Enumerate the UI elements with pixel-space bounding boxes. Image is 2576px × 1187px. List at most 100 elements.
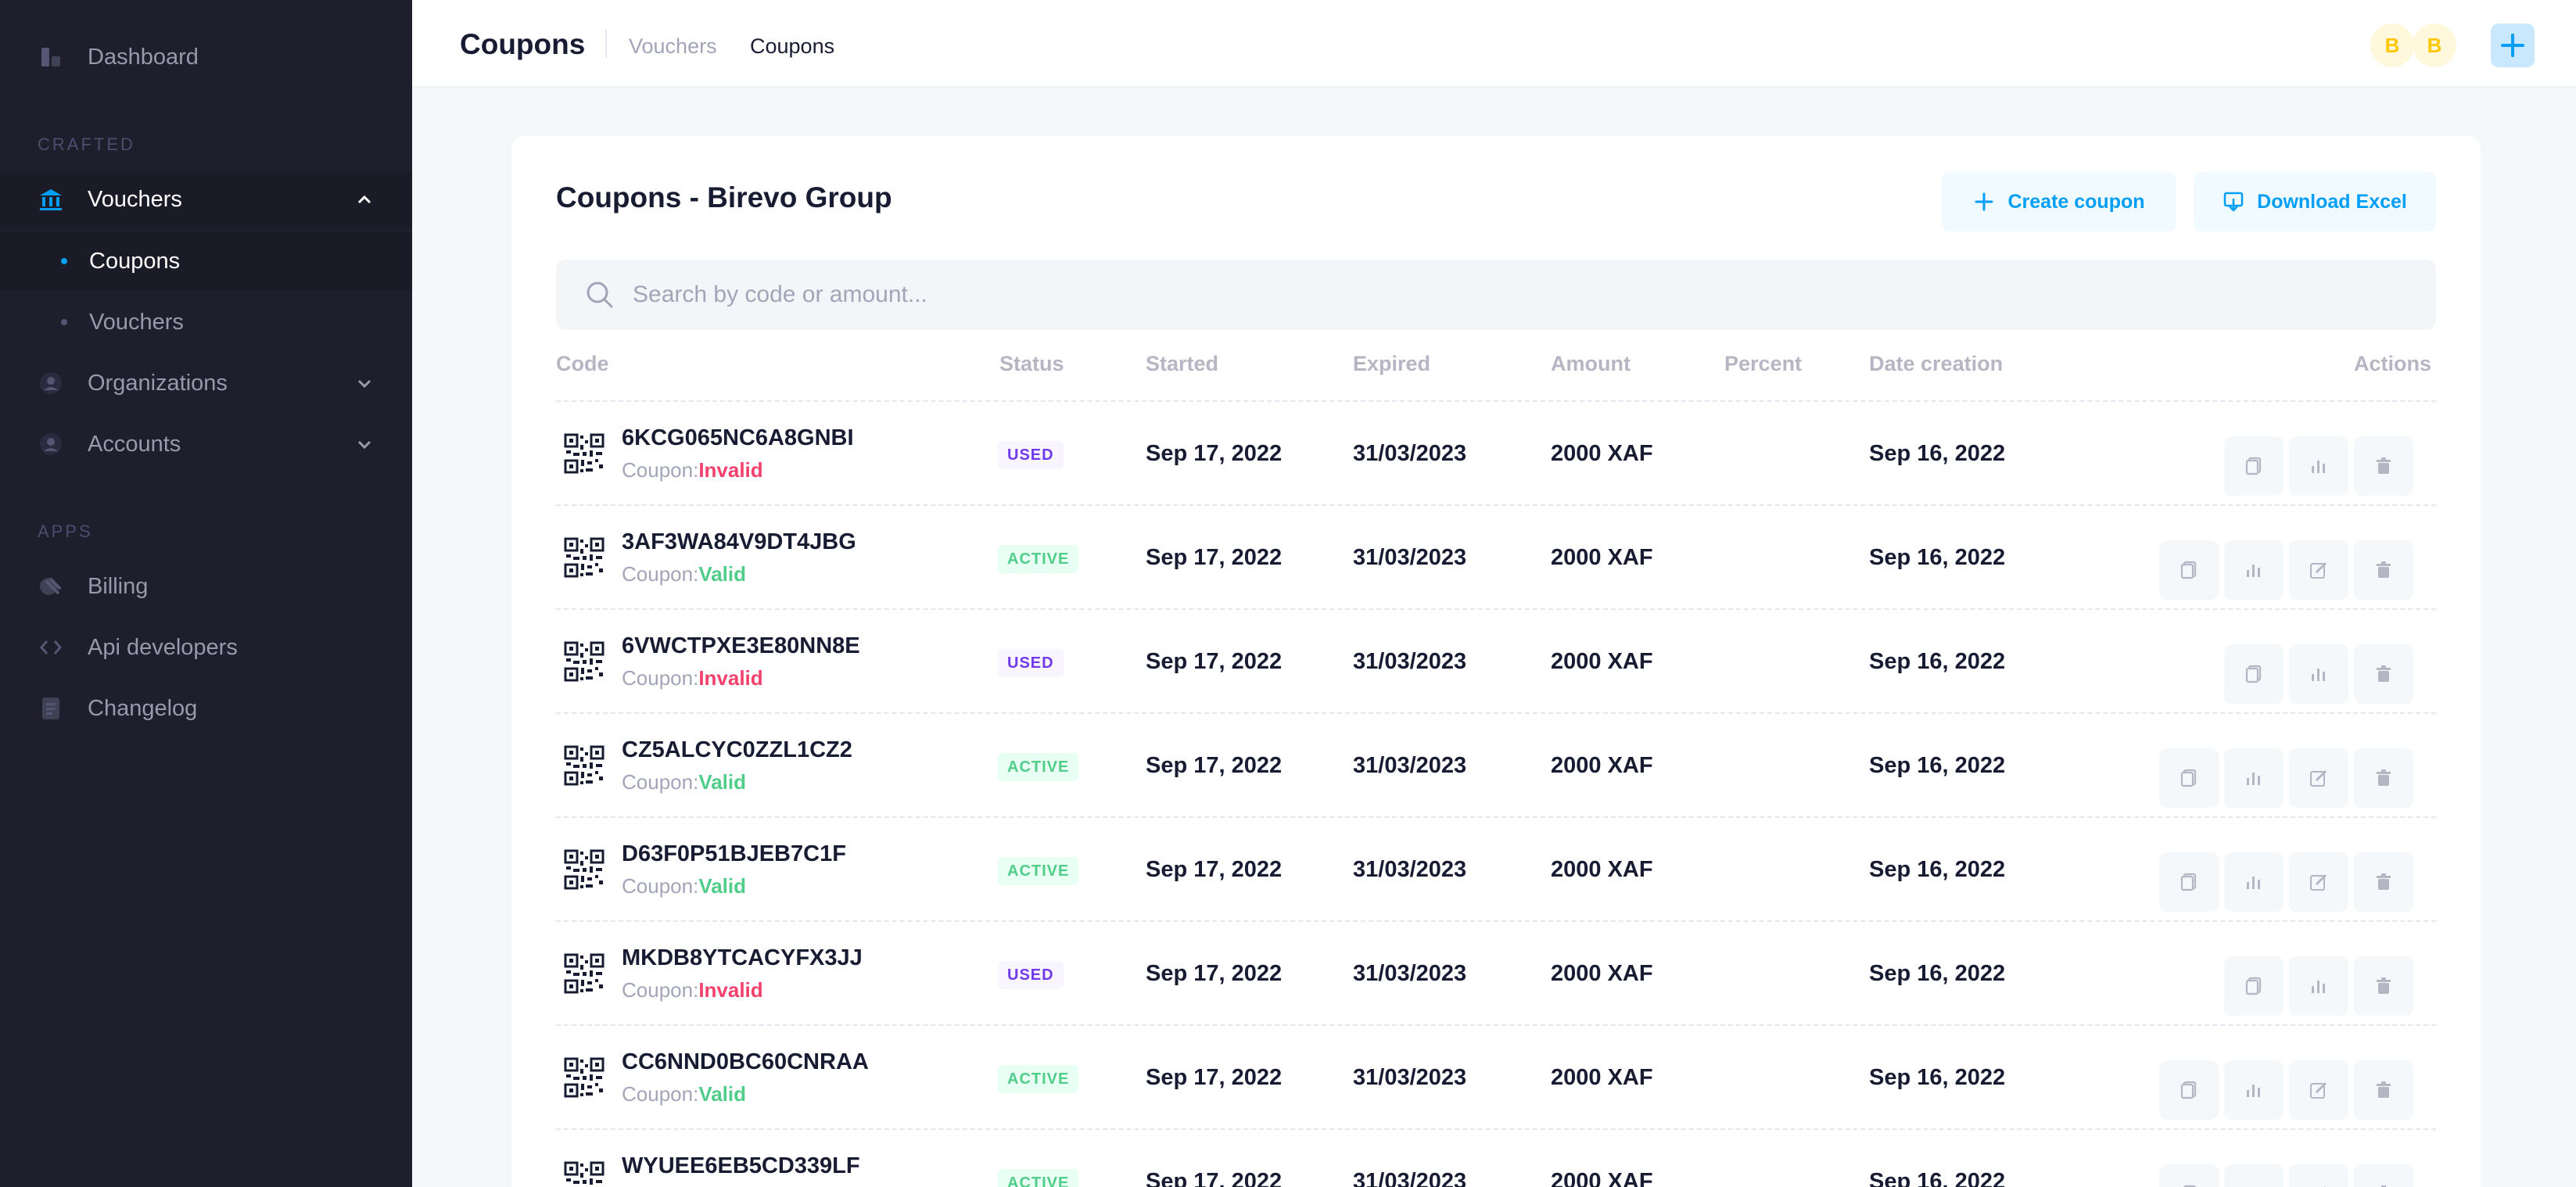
coupon-validity-status: Valid <box>698 562 747 586</box>
copy-icon <box>2244 456 2264 476</box>
started-date: Sep 17, 2022 <box>1146 649 1283 674</box>
sidebar-item-vouchers[interactable]: Vouchers <box>0 172 412 227</box>
delete-button[interactable] <box>2354 1060 2413 1120</box>
stats-button[interactable] <box>2224 852 2284 912</box>
edit-button[interactable] <box>2289 1060 2348 1120</box>
plus-icon <box>1975 192 1993 211</box>
sidebar-item-changelog[interactable]: Changelog <box>0 681 412 736</box>
create-coupon-button[interactable]: Create coupon <box>1942 172 2176 231</box>
coupons-card: Coupons - Birevo Group Create coupon Dow… <box>511 136 2481 1187</box>
stats-button[interactable] <box>2224 1164 2284 1187</box>
stats-icon <box>2244 1080 2264 1100</box>
document-icon <box>38 695 64 722</box>
edit-button[interactable] <box>2289 540 2348 600</box>
qr-code-icon[interactable] <box>564 849 605 890</box>
status-badge: ACTIVE <box>998 1169 1079 1187</box>
column-header-status[interactable]: Status <box>999 352 1064 376</box>
stats-icon <box>2244 1184 2264 1187</box>
copy-button[interactable] <box>2159 540 2219 600</box>
section-label-apps: APPS <box>38 522 93 541</box>
stats-button[interactable] <box>2289 956 2348 1016</box>
sidebar-item-billing[interactable]: Billing <box>0 559 412 614</box>
download-excel-button[interactable]: Download Excel <box>2194 172 2436 231</box>
column-header-amount[interactable]: Amount <box>1551 352 1631 376</box>
coupon-code: MKDB8YTCACYFX3JJ <box>622 945 863 970</box>
sidebar-item-organizations[interactable]: Organizations <box>0 356 412 411</box>
add-button[interactable] <box>2491 23 2535 67</box>
column-header-started[interactable]: Started <box>1146 352 1218 376</box>
started-date: Sep 17, 2022 <box>1146 1065 1283 1090</box>
column-header-code[interactable]: Code <box>556 352 609 376</box>
qr-code-icon[interactable] <box>564 537 605 578</box>
qr-code-icon[interactable] <box>564 953 605 994</box>
expired-date: 31/03/2023 <box>1353 1169 1467 1187</box>
copy-button[interactable] <box>2224 956 2284 1016</box>
section-label-crafted: CRAFTED <box>38 134 135 154</box>
sidebar-item-accounts[interactable]: Accounts <box>0 417 412 472</box>
chevron-up-icon <box>357 195 371 204</box>
column-header-date-creation[interactable]: Date creation <box>1869 352 2003 376</box>
stats-button[interactable] <box>2289 436 2348 496</box>
stats-button[interactable] <box>2224 748 2284 808</box>
amount-value: 2000 XAF <box>1551 545 1653 570</box>
coupon-validity-prefix: Coupon: <box>622 666 699 690</box>
delete-button[interactable] <box>2354 644 2413 704</box>
edit-button[interactable] <box>2289 748 2348 808</box>
qr-code-icon[interactable] <box>564 745 605 786</box>
copy-icon <box>2179 1184 2199 1187</box>
copy-button[interactable] <box>2224 644 2284 704</box>
column-header-percent[interactable]: Percent <box>1724 352 1802 376</box>
sidebar-item-api-developers[interactable]: Api developers <box>0 620 412 675</box>
delete-button[interactable] <box>2354 852 2413 912</box>
sidebar-subitem-coupons[interactable]: Coupons <box>0 232 412 290</box>
coupon-validity: Coupon:Invalid <box>622 666 763 690</box>
avatar[interactable]: B <box>2370 23 2414 67</box>
copy-icon <box>2179 768 2199 788</box>
search-input[interactable] <box>633 282 2353 308</box>
breadcrumb-divider <box>605 30 607 58</box>
delete-button[interactable] <box>2354 956 2413 1016</box>
expired-date: 31/03/2023 <box>1353 1065 1467 1090</box>
status-badge: USED <box>998 649 1064 677</box>
stats-button[interactable] <box>2289 644 2348 704</box>
copy-button[interactable] <box>2224 436 2284 496</box>
coupon-validity: Coupon:Valid <box>622 1082 746 1106</box>
delete-icon <box>2373 976 2394 996</box>
sidebar: Dashboard CRAFTED Vouchers Coupons Vouch… <box>0 0 412 1187</box>
delete-button[interactable] <box>2354 1164 2413 1187</box>
copy-button[interactable] <box>2159 1164 2219 1187</box>
delete-button[interactable] <box>2354 540 2413 600</box>
avatar[interactable]: B <box>2413 23 2456 67</box>
copy-button[interactable] <box>2159 748 2219 808</box>
coupon-validity-status: Invalid <box>698 666 763 690</box>
table-row: 6VWCTPXE3E80NN8E Coupon:Invalid USED Sep 17… <box>556 610 2436 714</box>
qr-code-icon[interactable] <box>564 1057 605 1098</box>
qr-code-icon[interactable] <box>564 433 605 474</box>
edit-icon <box>2309 560 2329 580</box>
creation-date: Sep 16, 2022 <box>1869 441 2006 466</box>
sidebar-item-dashboard[interactable]: Dashboard <box>0 30 412 84</box>
breadcrumb-item-vouchers[interactable]: Vouchers <box>629 34 717 59</box>
expired-date: 31/03/2023 <box>1353 961 1467 986</box>
coupon-code: 6KCG065NC6A8GNBI <box>622 425 854 450</box>
qr-code-icon[interactable] <box>564 1161 605 1187</box>
copy-button[interactable] <box>2159 1060 2219 1120</box>
edit-button[interactable] <box>2289 852 2348 912</box>
qr-code-icon[interactable] <box>564 641 605 682</box>
copy-button[interactable] <box>2159 852 2219 912</box>
stats-button[interactable] <box>2224 540 2284 600</box>
delete-button[interactable] <box>2354 436 2413 496</box>
delete-button[interactable] <box>2354 748 2413 808</box>
sidebar-subitem-vouchers[interactable]: Vouchers <box>0 293 412 351</box>
table-row: MKDB8YTCACYFX3JJ Coupon:Invalid USED Sep 17… <box>556 922 2436 1026</box>
expired-date: 31/03/2023 <box>1353 753 1467 778</box>
stats-button[interactable] <box>2224 1060 2284 1120</box>
column-header-expired[interactable]: Expired <box>1353 352 1430 376</box>
edit-button[interactable] <box>2289 1164 2348 1187</box>
coupon-validity-prefix: Coupon: <box>622 458 699 482</box>
chevron-down-icon <box>357 440 371 450</box>
sidebar-item-label: Api developers <box>88 634 238 660</box>
user-circle-icon <box>38 370 64 396</box>
status-badge: ACTIVE <box>998 753 1079 781</box>
sidebar-item-label: Vouchers <box>88 186 182 212</box>
